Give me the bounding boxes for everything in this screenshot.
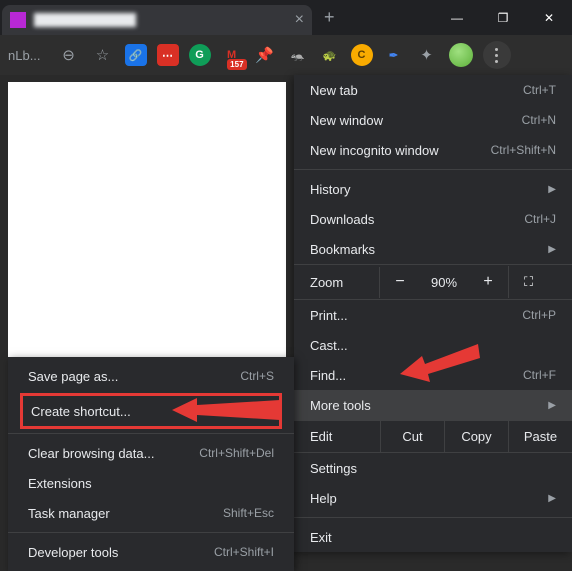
- chevron-right-icon: ▶: [548, 400, 556, 411]
- address-fragment: nLb...: [8, 48, 47, 63]
- menu-history[interactable]: History▶: [294, 174, 572, 204]
- submenu-task-manager[interactable]: Task managerShift+Esc: [8, 498, 294, 528]
- menu-find[interactable]: Find...Ctrl+F: [294, 360, 572, 390]
- submenu-extensions[interactable]: Extensions: [8, 468, 294, 498]
- badge: 157: [227, 59, 246, 70]
- bookmark-star-icon[interactable]: ☆: [91, 43, 115, 67]
- copy-button[interactable]: Copy: [444, 421, 508, 452]
- chrome-menu: New tabCtrl+T New windowCtrl+N New incog…: [294, 75, 572, 552]
- page-content: [8, 82, 286, 357]
- close-window-button[interactable]: ✕: [526, 3, 572, 33]
- menu-separator: [8, 433, 294, 434]
- menu-separator: [8, 532, 294, 533]
- menu-new-window[interactable]: New windowCtrl+N: [294, 105, 572, 135]
- pin-icon[interactable]: 📌: [253, 43, 277, 67]
- zoom-icon[interactable]: ⊖: [57, 43, 81, 67]
- chevron-right-icon: ▶: [548, 244, 556, 255]
- profile-avatar[interactable]: [449, 43, 473, 67]
- paste-button[interactable]: Paste: [508, 421, 572, 452]
- tab-title: ████████████: [34, 13, 295, 27]
- favicon: [10, 12, 26, 28]
- menu-zoom-row: Zoom − 90% + ⛶: [294, 264, 572, 300]
- title-bar: ████████████ × + — ❐ ✕: [0, 0, 572, 35]
- edit-label: Edit: [294, 421, 380, 452]
- submenu-clear-data[interactable]: Clear browsing data...Ctrl+Shift+Del: [8, 438, 294, 468]
- extension-icon-grammarly[interactable]: G: [189, 44, 211, 66]
- zoom-value: 90%: [420, 275, 468, 290]
- window-controls: — ❐ ✕: [434, 3, 572, 33]
- extension-icon-c[interactable]: C: [351, 44, 373, 66]
- new-tab-button[interactable]: +: [312, 7, 347, 28]
- menu-edit-row: Edit Cut Copy Paste: [294, 420, 572, 453]
- menu-cast[interactable]: Cast...: [294, 330, 572, 360]
- menu-settings[interactable]: Settings: [294, 453, 572, 483]
- fullscreen-button[interactable]: ⛶: [508, 266, 548, 298]
- chevron-right-icon: ▶: [548, 184, 556, 195]
- zoom-label: Zoom: [294, 267, 380, 298]
- cut-button[interactable]: Cut: [380, 421, 444, 452]
- extensions-puzzle-icon[interactable]: ✦: [415, 43, 439, 67]
- menu-bookmarks[interactable]: Bookmarks▶: [294, 234, 572, 264]
- minimize-button[interactable]: —: [434, 3, 480, 33]
- more-tools-submenu: Save page as...Ctrl+S Create shortcut...…: [8, 357, 294, 571]
- menu-help[interactable]: Help▶: [294, 483, 572, 513]
- submenu-save-page[interactable]: Save page as...Ctrl+S: [8, 361, 294, 391]
- toolbar: nLb... ⊖ ☆ 🔗 ⋯ G M157 📌 🦡 🐢 C ✒ ✦: [0, 35, 572, 75]
- submenu-create-shortcut[interactable]: Create shortcut...: [23, 396, 279, 426]
- chevron-right-icon: ▶: [548, 493, 556, 504]
- extension-icon-link[interactable]: 🔗: [125, 44, 147, 66]
- browser-tab[interactable]: ████████████ ×: [2, 5, 312, 35]
- menu-separator: [294, 169, 572, 170]
- menu-new-tab[interactable]: New tabCtrl+T: [294, 75, 572, 105]
- extension-icon-red[interactable]: ⋯: [157, 44, 179, 66]
- close-tab-icon[interactable]: ×: [295, 11, 304, 29]
- submenu-developer-tools[interactable]: Developer toolsCtrl+Shift+I: [8, 537, 294, 567]
- menu-print[interactable]: Print...Ctrl+P: [294, 300, 572, 330]
- extension-icon-mail[interactable]: M157: [221, 44, 243, 66]
- extension-icon-pen[interactable]: ✒: [383, 44, 405, 66]
- menu-new-incognito[interactable]: New incognito windowCtrl+Shift+N: [294, 135, 572, 165]
- highlight-annotation: Create shortcut...: [20, 393, 282, 429]
- maximize-button[interactable]: ❐: [480, 3, 526, 33]
- extension-icon-green[interactable]: 🐢: [319, 44, 341, 66]
- zoom-in-button[interactable]: +: [468, 265, 508, 299]
- menu-downloads[interactable]: DownloadsCtrl+J: [294, 204, 572, 234]
- extension-icon-badger[interactable]: 🦡: [287, 44, 309, 66]
- zoom-out-button[interactable]: −: [380, 265, 420, 299]
- menu-separator: [294, 517, 572, 518]
- menu-more-tools[interactable]: More tools▶: [294, 390, 572, 420]
- kebab-menu-button[interactable]: [483, 41, 511, 69]
